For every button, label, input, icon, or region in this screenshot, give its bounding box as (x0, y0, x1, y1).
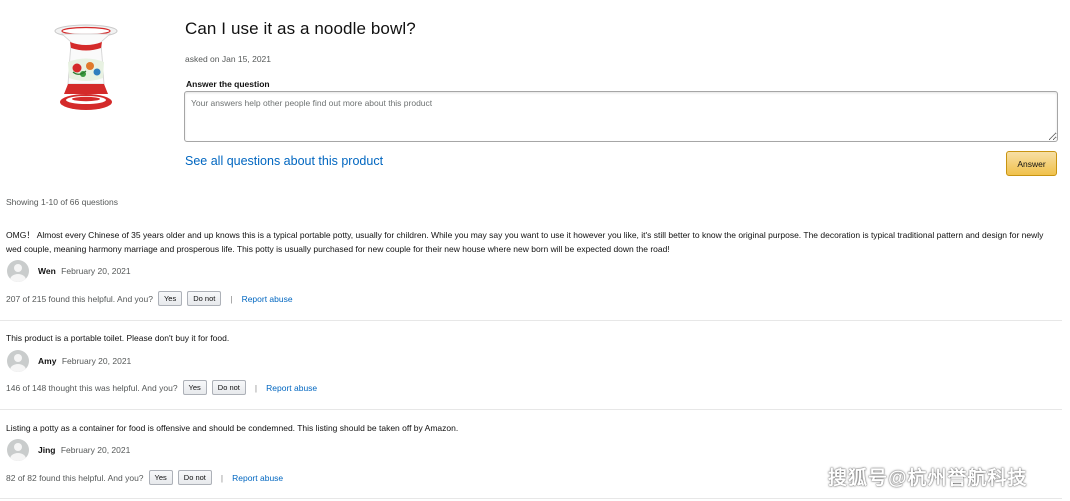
report-abuse-link[interactable]: Report abuse (232, 473, 283, 483)
asked-date: asked on Jan 15, 2021 (185, 54, 272, 64)
see-all-questions-link[interactable]: See all questions about this product (185, 154, 383, 168)
helpful-count: 146 of 148 thought this was helpful. And… (6, 382, 178, 393)
separator: | (254, 382, 258, 393)
separator: | (230, 293, 233, 304)
question-title: Can I use it as a noodle bowl? (185, 19, 416, 38)
author-name[interactable]: Wen (38, 266, 56, 276)
product-image[interactable] (46, 22, 126, 114)
answer-date: February 20, 2021 (61, 266, 131, 276)
watermark: 搜狐号@杭州誉航科技 (828, 468, 1028, 489)
divider (0, 320, 1062, 321)
results-count: Showing 1-10 of 66 questions (6, 197, 118, 207)
answer-author: Jing February 20, 2021 (38, 445, 130, 455)
answer-date: February 20, 2021 (60, 445, 131, 455)
answer-item: OMG！ Almost every Chinese of 35 years ol… (0, 228, 1060, 318)
vote-no-button[interactable]: Do not (187, 291, 222, 306)
user-avatar-icon (7, 439, 29, 461)
vote-yes-button[interactable]: Yes (157, 291, 183, 306)
report-abuse-link[interactable]: Report abuse (266, 383, 317, 393)
vote-no-button[interactable]: Do not (177, 470, 212, 485)
helpful-count: 207 of 215 found this helpful. And you? (6, 293, 153, 304)
answer-button[interactable]: Answer (1006, 151, 1057, 176)
answer-text: OMG！ Almost every Chinese of 35 years ol… (6, 230, 1044, 254)
divider (0, 409, 1062, 410)
report-abuse-link[interactable]: Report abuse (242, 294, 293, 304)
helpful-row: 207 of 215 found this helpful. And you? … (6, 291, 293, 306)
answer-item: This product is a portable toilet. Pleas… (0, 331, 1060, 411)
author-name[interactable]: Jing (38, 445, 55, 455)
author-name[interactable]: Amy (38, 356, 56, 366)
answer-input[interactable] (184, 91, 1058, 142)
user-avatar-icon (7, 260, 29, 282)
answer-author: Amy February 20, 2021 (38, 356, 131, 366)
answer-text: Listing a potty as a container for food … (6, 423, 459, 433)
answer-field-label: Answer the question (186, 79, 270, 89)
helpful-count: 82 of 82 found this helpful. And you? (6, 472, 144, 483)
helpful-row: 82 of 82 found this helpful. And you? Ye… (6, 470, 283, 485)
answer-date: February 20, 2021 (61, 356, 132, 366)
helpful-row: 146 of 148 thought this was helpful. And… (6, 380, 317, 395)
vote-no-button[interactable]: Do not (211, 380, 246, 395)
divider (0, 498, 1062, 499)
answer-text: This product is a portable toilet. Pleas… (6, 333, 230, 343)
question-header: Can I use it as a noodle bowl? asked on … (0, 0, 1070, 186)
vote-yes-button[interactable]: Yes (182, 380, 207, 395)
vote-yes-button[interactable]: Yes (148, 470, 173, 485)
separator: | (220, 472, 224, 483)
answer-author: Wen February 20, 2021 (38, 266, 131, 276)
user-avatar-icon (7, 350, 29, 372)
